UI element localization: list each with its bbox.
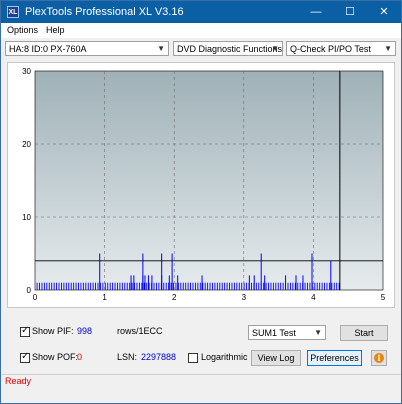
chevron-down-icon: ▼ [384,44,392,53]
sum-test-select-value: SUM1 Test [252,328,296,338]
drive-select-value: HA:8 ID:0 PX-760A [9,44,87,54]
status-text: Ready [5,376,32,386]
chevron-down-icon: ▼ [314,328,322,337]
x-tick-label: 0 [33,293,38,302]
x-tick-label: 3 [242,293,247,302]
x-axis-ticks: 0 1 2 3 4 5 [33,293,386,302]
main-window: XL PlexTools Professional XL V3.16 — ☐ ✕… [0,0,402,404]
x-tick-label: 4 [311,293,316,302]
lsn-value: 2297888 [141,352,177,362]
pof-value: 0 [77,352,83,362]
minimize-button[interactable]: — [301,1,331,23]
test-select-value: Q-Check PI/PO Test [290,44,371,54]
title-bar: XL PlexTools Professional XL V3.16 — ☐ ✕ [1,1,401,23]
show-pof-label: Show POF: [32,352,79,362]
sum-test-select[interactable]: SUM1 Test ▼ [248,325,326,340]
y-tick-label: 30 [22,67,31,76]
window-title: PlexTools Professional XL V3.16 [25,6,184,18]
logarithmic-checkbox[interactable] [188,353,198,363]
plot-area [34,70,384,291]
menu-options[interactable]: Options [7,25,38,36]
info-button[interactable]: i [371,350,387,366]
function-select-value: DVD Diagnostic Functions [177,44,283,54]
x-tick-label: 2 [172,293,177,302]
chevron-down-icon: ▼ [157,44,165,53]
function-select[interactable]: DVD Diagnostic Functions ▼ [173,41,283,56]
chart-panel: 0 1 2 3 4 5 0 10 20 30 [7,62,395,308]
start-button[interactable]: Start [340,325,388,341]
y-tick-label: 10 [22,213,31,222]
show-pif-checkbox[interactable] [20,325,30,337]
y-tick-label: 0 [27,286,32,295]
x-tick-label: 5 [381,293,386,302]
pi-po-chart: 0 1 2 3 4 5 0 10 20 30 [22,67,386,302]
view-log-button[interactable]: View Log [251,350,301,366]
logarithmic-label: Logarithmic [201,352,248,362]
test-select[interactable]: Q-Check PI/PO Test ▼ [286,41,396,56]
show-pif-label: Show PIF: [32,326,74,336]
toolbar: HA:8 ID:0 PX-760A ▼ DVD Diagnostic Funct… [1,38,401,60]
pif-unit: rows/1ECC [117,326,163,336]
x-tick-label: 1 [102,293,107,302]
menu-help[interactable]: Help [46,25,65,36]
maximize-button[interactable]: ☐ [335,1,365,23]
status-bar: Ready [1,374,401,388]
menu-bar: Options Help [1,23,401,38]
close-button[interactable]: ✕ [369,1,399,23]
info-icon: i [374,353,384,363]
show-pof-checkbox[interactable] [20,351,30,363]
chevron-down-icon: ▼ [271,44,279,53]
y-axis-ticks: 0 10 20 30 [22,67,31,295]
y-tick-label: 20 [22,140,31,149]
app-icon: XL [7,6,19,18]
controls-area: Show PIF: 998 rows/1ECC Show POF: 0 LSN:… [1,313,401,373]
lsn-label: LSN: [117,352,138,362]
drive-select[interactable]: HA:8 ID:0 PX-760A ▼ [5,41,169,56]
preferences-button[interactable]: Preferences [307,350,362,366]
pif-value: 998 [77,326,93,336]
